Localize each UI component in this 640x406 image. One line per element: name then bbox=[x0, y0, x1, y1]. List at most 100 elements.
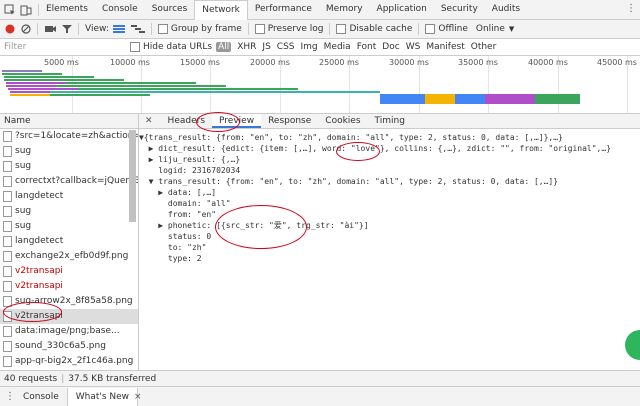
filter-type-doc[interactable]: Doc bbox=[382, 42, 399, 52]
request-row[interactable]: v2transapi bbox=[0, 309, 138, 324]
filter-type-ws[interactable]: WS bbox=[406, 42, 421, 52]
json-line: from: "en" bbox=[139, 210, 217, 219]
record-icon[interactable] bbox=[5, 24, 15, 34]
json-line: type: 2 bbox=[139, 254, 202, 263]
detail-tab-response[interactable]: Response bbox=[261, 114, 318, 128]
request-name: sug bbox=[15, 146, 32, 156]
group-by-frame-checkbox[interactable] bbox=[157, 24, 168, 34]
request-name: v2transapi bbox=[15, 281, 63, 291]
disable-cache-toggle[interactable]: Disable cache bbox=[336, 24, 412, 34]
detail-tab-headers[interactable]: Headers bbox=[161, 114, 212, 128]
request-row[interactable]: app-qr-big2x_2f1c46a.png bbox=[0, 354, 138, 369]
filter-icon[interactable] bbox=[62, 24, 72, 34]
json-line: domain: "all" bbox=[139, 199, 231, 208]
hide-data-urls-checkbox[interactable] bbox=[130, 42, 140, 52]
file-icon bbox=[3, 296, 12, 307]
transferred-size: 37.5 KB transferred bbox=[68, 373, 157, 384]
request-name: sug bbox=[15, 161, 32, 171]
tab-console[interactable]: Console bbox=[95, 0, 145, 19]
waterfall-view-icon[interactable] bbox=[130, 24, 145, 34]
filter-type-xhr[interactable]: XHR bbox=[237, 42, 256, 52]
request-row[interactable]: sug bbox=[0, 204, 138, 219]
device-toolbar-icon[interactable] bbox=[20, 4, 32, 16]
request-row[interactable]: sug bbox=[0, 159, 138, 174]
json-line[interactable]: ▶ dict_result: {edict: {item: [,…], word… bbox=[139, 143, 640, 154]
toolbar-separator bbox=[418, 23, 420, 35]
tab-audits[interactable]: Audits bbox=[485, 0, 527, 19]
throttling-select[interactable]: Online ▼ bbox=[476, 24, 514, 34]
request-items: ?src=1&locate=zh&action=query sug sug corre… bbox=[0, 129, 138, 370]
request-row[interactable]: ?src=1&locate=zh&action=query bbox=[0, 129, 138, 144]
filter-type-media[interactable]: Media bbox=[324, 42, 351, 52]
request-row[interactable]: sound_330c6a5.png bbox=[0, 339, 138, 354]
filter-type-css[interactable]: CSS bbox=[277, 42, 295, 52]
json-line: logid: 2316702034 bbox=[139, 166, 241, 175]
hide-data-urls-toggle[interactable]: Hide data URLs bbox=[130, 42, 212, 52]
close-drawer-tab-icon[interactable]: × bbox=[134, 392, 142, 402]
json-line[interactable]: ▼ trans_result: {from: "en", to: "zh", d… bbox=[139, 176, 640, 187]
group-by-frame-label: Group by frame bbox=[170, 24, 242, 34]
group-by-frame-toggle[interactable]: Group by frame bbox=[157, 24, 242, 34]
clear-icon[interactable] bbox=[21, 24, 31, 34]
request-row[interactable]: langdetect bbox=[0, 234, 138, 249]
tab-network[interactable]: Network bbox=[194, 0, 248, 20]
json-line: status: 0 bbox=[139, 232, 212, 241]
offline-checkbox[interactable] bbox=[425, 24, 436, 34]
filter-type-js[interactable]: JS bbox=[262, 42, 270, 52]
detail-tab-timing[interactable]: Timing bbox=[368, 114, 412, 128]
drawer-tab-whats-new[interactable]: What's New bbox=[66, 387, 139, 406]
tab-sources[interactable]: Sources bbox=[145, 0, 195, 19]
drawer-menu-icon[interactable]: ⋮ bbox=[5, 391, 15, 402]
filter-type-other[interactable]: Other bbox=[471, 42, 497, 52]
disable-cache-checkbox[interactable] bbox=[336, 24, 347, 34]
json-preview: ▼{trans_result: {from: "en", to: "zh", d… bbox=[139, 129, 640, 264]
request-row[interactable]: v2transapi bbox=[0, 279, 138, 294]
file-icon bbox=[3, 356, 12, 367]
more-options-icon[interactable]: ⋮ bbox=[626, 3, 636, 14]
request-row[interactable]: data:image/png;base... bbox=[0, 324, 138, 339]
request-name: v2transapi bbox=[15, 266, 63, 276]
detail-tab-preview[interactable]: Preview bbox=[212, 114, 262, 128]
file-icon bbox=[3, 146, 12, 157]
request-row[interactable]: sug bbox=[0, 219, 138, 234]
list-view-icon[interactable] bbox=[112, 24, 125, 34]
json-line[interactable]: ▶ liju_result: {,…} bbox=[139, 154, 640, 165]
filter-type-font[interactable]: Font bbox=[357, 42, 377, 52]
toolbar-separator bbox=[150, 23, 152, 35]
filter-type-img[interactable]: Img bbox=[301, 42, 318, 52]
preserve-log-toggle[interactable]: Preserve log bbox=[254, 24, 323, 34]
detail-tab-cookies[interactable]: Cookies bbox=[318, 114, 367, 128]
json-line[interactable]: ▶ phonetic: [{src_str: "爱", trg_str: "ài… bbox=[139, 220, 640, 231]
request-name: data:image/png;base... bbox=[15, 326, 120, 336]
request-row[interactable]: sug-arrow2x_8f85a58.png bbox=[0, 294, 138, 309]
filter-input[interactable]: Filter bbox=[4, 42, 124, 52]
throttling-value: Online bbox=[475, 24, 505, 34]
request-row[interactable]: sug bbox=[0, 144, 138, 159]
tab-memory[interactable]: Memory bbox=[319, 0, 370, 19]
json-line[interactable]: ▼{trans_result: {from: "en", to: "zh", d… bbox=[139, 132, 640, 143]
request-list-header[interactable]: Name bbox=[0, 114, 138, 129]
tab-elements[interactable]: Elements bbox=[39, 0, 95, 19]
toolbar-separator bbox=[329, 23, 331, 35]
preserve-log-checkbox[interactable] bbox=[254, 24, 265, 34]
json-line: to: "zh" bbox=[139, 243, 207, 252]
filter-type-all[interactable]: All bbox=[216, 42, 232, 52]
request-row[interactable]: v2transapi bbox=[0, 264, 138, 279]
request-name: v2transapi bbox=[15, 311, 63, 321]
offline-toggle[interactable]: Offline bbox=[425, 24, 468, 34]
close-details-icon[interactable]: ✕ bbox=[145, 116, 153, 126]
drawer-tab-console[interactable]: Console bbox=[15, 388, 67, 406]
request-row[interactable]: correctxt?callback=jQuery321... bbox=[0, 174, 138, 189]
filter-type-manifest[interactable]: Manifest bbox=[426, 42, 464, 52]
json-line[interactable]: ▶ data: [,…] bbox=[139, 187, 640, 198]
inspect-element-icon[interactable] bbox=[4, 4, 16, 16]
request-list-scrollbar[interactable] bbox=[129, 130, 136, 222]
network-overview-timeline[interactable]: 5000 ms 10000 ms 15000 ms 20000 ms 25000… bbox=[0, 56, 640, 114]
request-row[interactable]: langdetect bbox=[0, 189, 138, 204]
tab-application[interactable]: Application bbox=[370, 0, 434, 19]
tab-performance[interactable]: Performance bbox=[248, 0, 319, 19]
disable-cache-label: Disable cache bbox=[349, 24, 413, 34]
tab-security[interactable]: Security bbox=[434, 0, 485, 19]
capture-screenshots-icon[interactable] bbox=[44, 24, 56, 34]
request-row[interactable]: exchange2x_efb0d9f.png bbox=[0, 249, 138, 264]
